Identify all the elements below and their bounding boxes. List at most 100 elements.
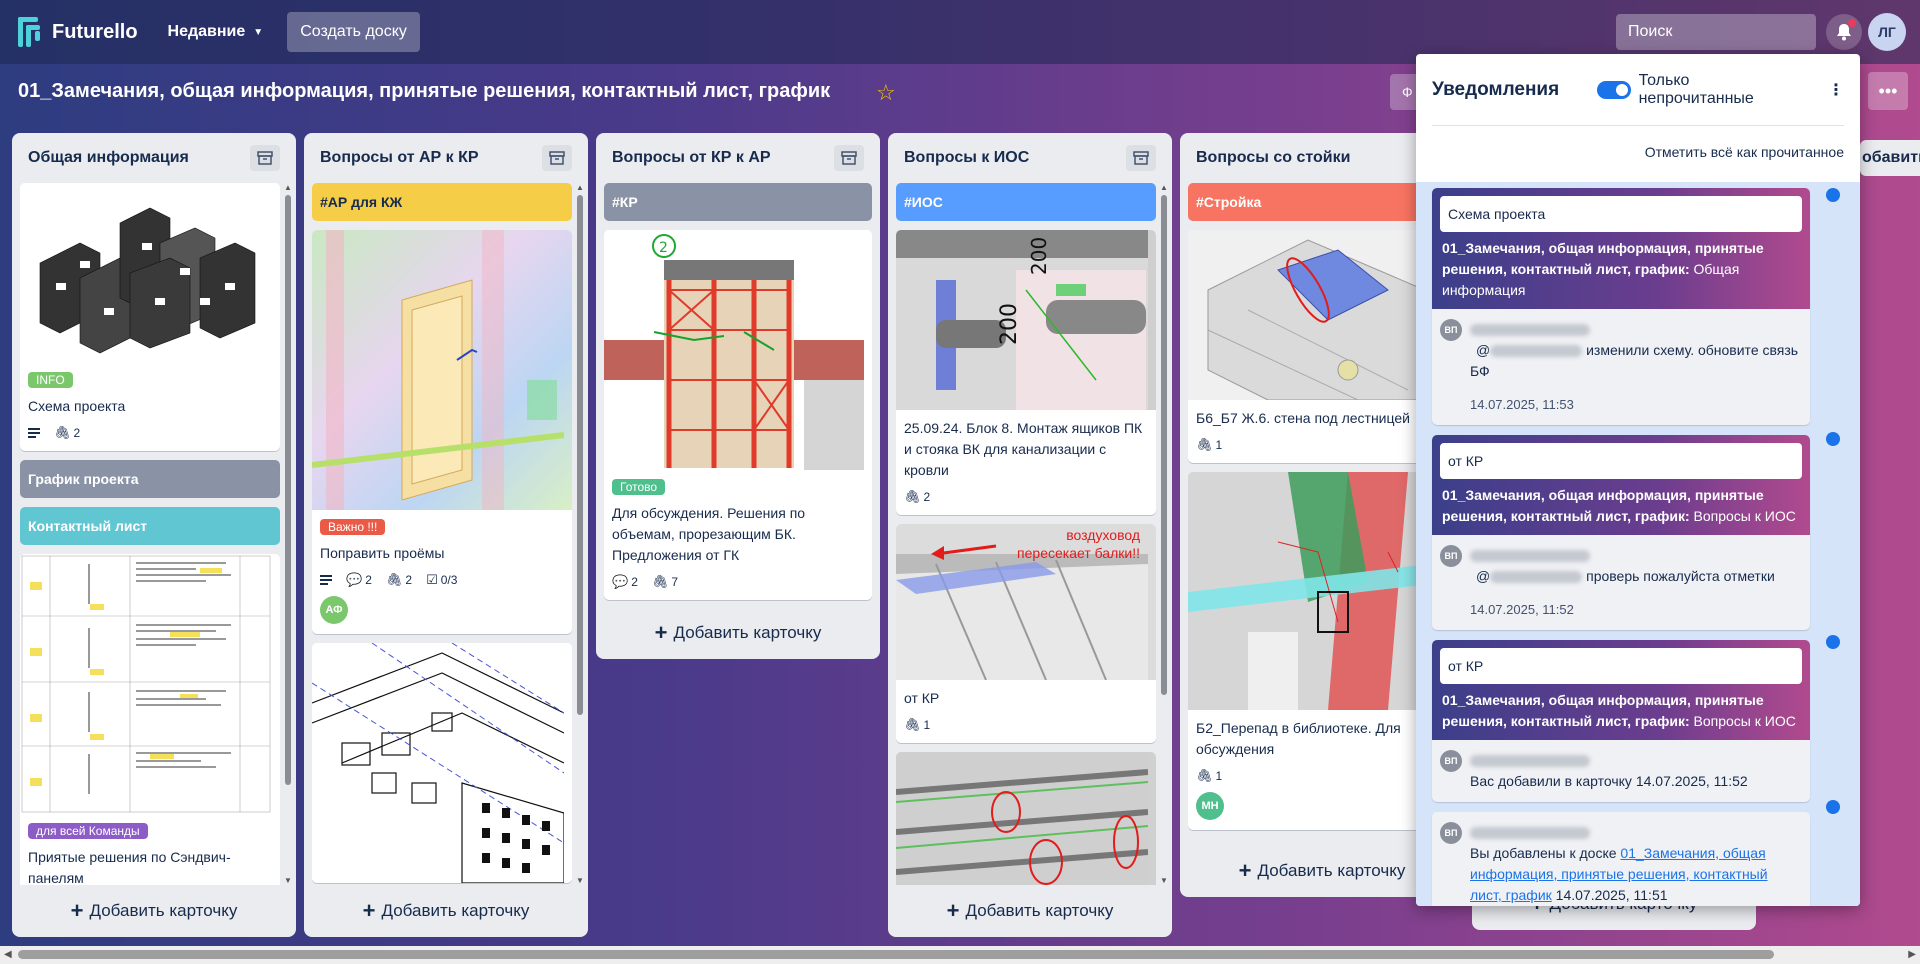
list-item[interactable]: График проекта — [20, 460, 280, 498]
list-item[interactable]: #КР — [604, 183, 872, 221]
archive-icon[interactable] — [1126, 145, 1156, 171]
list-cards: INFO Схема проекта 🖇 2 График проекта Кон… — [20, 183, 280, 885]
notification-board-path: 01_Замечания, общая информация, принятые… — [1440, 485, 1802, 527]
board-horizontal-scrollbar[interactable]: ◀ ▶ — [0, 946, 1920, 964]
search-input[interactable]: Поиск — [1616, 14, 1816, 50]
unread-dot — [1826, 188, 1840, 202]
svg-text:200: 200 — [1027, 237, 1051, 275]
svg-text:2: 2 — [659, 240, 668, 256]
add-card-button[interactable]: + Добавить карточку — [888, 885, 1172, 937]
card-badges: 🖇 1 — [1196, 768, 1448, 784]
blurred-username — [1470, 755, 1590, 768]
notification-text: Вас добавили в карточку — [1470, 773, 1632, 789]
description-icon — [320, 575, 332, 585]
list-item[interactable]: INFO Схема проекта 🖇 2 — [20, 183, 280, 451]
add-card-button[interactable]: + Добавить карточку — [596, 607, 880, 659]
board-menu-button[interactable]: ••• — [1868, 72, 1908, 110]
attachments-count: 7 — [671, 575, 679, 589]
list-scrollbar[interactable]: ▲ ▼ — [576, 183, 584, 885]
add-card-button[interactable]: + Добавить карточку — [12, 885, 296, 937]
list-header: Общая информация — [12, 133, 296, 183]
avatar: ВП — [1440, 822, 1462, 844]
add-list-button[interactable]: обавить — [1860, 140, 1920, 176]
list-item[interactable]: Важно !!! Поправить проёмы 💬 2 🖇 2 ☑ 0/3 АФ — [312, 230, 572, 634]
star-icon[interactable]: ☆ — [876, 80, 896, 106]
create-board-button[interactable]: Создать доску — [287, 12, 420, 52]
unread-indicator — [1848, 19, 1856, 27]
notification-board-path: 01_Замечания, общая информация, принятые… — [1440, 238, 1802, 301]
attachments-count: 1 — [1215, 438, 1223, 452]
member-avatar[interactable]: АФ — [320, 596, 348, 624]
notification-item[interactable]: от КР 01_Замечания, общая информация, пр… — [1432, 640, 1810, 802]
list-item[interactable] — [896, 752, 1156, 885]
notifications-button[interactable] — [1826, 14, 1862, 50]
user-avatar[interactable]: ЛГ — [1868, 13, 1906, 51]
notification-item[interactable]: от КР 01_Замечания, общая информация, пр… — [1432, 435, 1810, 630]
notification-item[interactable]: ВП Вы добавлены к доске 01_Замечания, об… — [1432, 812, 1810, 906]
card-title: от КР — [904, 690, 940, 706]
notification-time: 14.07.2025, 11:53 — [1470, 397, 1574, 412]
notification-board-path: 01_Замечания, общая информация, принятые… — [1440, 690, 1802, 732]
add-card-button[interactable]: + Добавить карточку — [304, 885, 588, 937]
list-scrollbar[interactable]: ▲ ▼ — [1160, 183, 1168, 885]
attachments-badge: 🖇 2 — [904, 489, 930, 505]
mark-all-read-button[interactable]: Отметить всё как прочитанное — [1416, 126, 1860, 176]
attachments-count: 2 — [923, 490, 931, 504]
list-title[interactable]: Вопросы со стойки — [1196, 149, 1350, 167]
list-item[interactable]: #АР для КЖ — [312, 183, 572, 221]
comment-icon: 💬 — [612, 574, 629, 589]
paperclip-icon: 🖇 — [904, 489, 921, 504]
notification-card-name[interactable]: Схема проекта — [1440, 196, 1802, 232]
plus-icon: + — [1238, 858, 1252, 883]
plus-icon: + — [946, 898, 960, 923]
list-title[interactable]: Вопросы от АР к КР — [320, 149, 479, 167]
recent-menu[interactable]: Недавние ▼ — [168, 23, 264, 41]
list-title[interactable]: Вопросы к ИОС — [904, 149, 1029, 167]
comments-count: 2 — [631, 575, 638, 589]
notification-card-name[interactable]: от КР — [1440, 648, 1802, 684]
list-item[interactable]: Контактный лист — [20, 507, 280, 545]
list-scrollbar[interactable]: ▲ ▼ — [284, 183, 292, 885]
list-questions-kr-ar: Вопросы от КР к АР #КР 2 Готово Для обсу… — [596, 133, 880, 659]
avatar: ВП — [1440, 750, 1462, 772]
notifications-header: Уведомления Только непрочитанные ⋮ — [1432, 54, 1844, 126]
card-cover-image: 200 200 — [896, 230, 1156, 410]
unread-dot — [1826, 635, 1840, 649]
list-item[interactable]: для всей Команды Приятые решения по Сэнд… — [20, 554, 280, 885]
archive-icon[interactable] — [834, 145, 864, 171]
kebab-menu-icon[interactable]: ⋮ — [1828, 80, 1844, 100]
notification-item[interactable]: Схема проекта 01_Замечания, общая информ… — [1432, 188, 1810, 425]
list-title[interactable]: Общая информация — [28, 149, 189, 167]
scrollbar-thumb[interactable] — [18, 950, 1774, 959]
paperclip-icon: 🖇 — [385, 572, 403, 587]
list-item[interactable] — [312, 643, 572, 883]
card-label: Готово — [612, 479, 666, 495]
list-item[interactable]: 2 Готово Для обсуждения. Решения по объе… — [604, 230, 872, 600]
card-cover-image — [896, 752, 1156, 885]
notification-text: Вы добавлены к доске — [1470, 845, 1621, 861]
mention-symbol: @ — [1476, 342, 1491, 358]
recent-label: Недавние — [167, 23, 246, 40]
notification-time: 14.07.2025, 11:52 — [1470, 602, 1574, 617]
logo-icon — [18, 17, 40, 47]
more-icon: ••• — [1878, 80, 1898, 101]
notification-card-name[interactable]: от КР — [1440, 443, 1802, 479]
app-name: Futurello — [52, 20, 138, 43]
mention-symbol: @ — [1476, 568, 1491, 584]
list-general-info: Общая информация INFO Схема проекта 🖇 2 … — [12, 133, 296, 937]
board-title[interactable]: 01_Замечания, общая информация, принятые… — [18, 80, 830, 103]
image-annotation: воздуховод пересекает балки!! — [1017, 527, 1140, 561]
unread-only-toggle[interactable] — [1597, 80, 1631, 99]
member-avatar[interactable]: МН — [1196, 792, 1224, 820]
archive-icon[interactable] — [250, 145, 280, 171]
card-badges: 🖇 2 — [28, 425, 272, 441]
list-item[interactable]: воздуховод пересекает балки!! от КР 🖇 1 — [896, 524, 1156, 743]
attachments-badge: 🖇 2 — [54, 425, 80, 441]
list-item[interactable]: 200 200 25.09.24. Блок 8. Монтаж ящиков … — [896, 230, 1156, 515]
card-badges: 🖇 1 — [1196, 437, 1448, 453]
add-card-label: Добавить карточку — [89, 901, 238, 920]
logo[interactable]: Futurello — [18, 17, 138, 47]
archive-icon[interactable] — [542, 145, 572, 171]
list-item[interactable]: #ИОС — [896, 183, 1156, 221]
list-title[interactable]: Вопросы от КР к АР — [612, 149, 771, 167]
